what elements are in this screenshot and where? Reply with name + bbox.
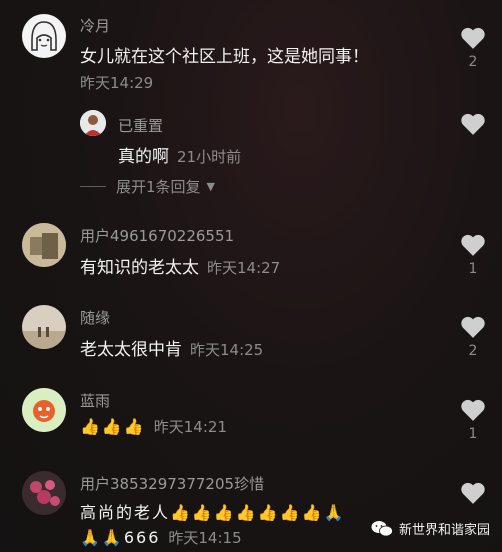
comment-text-content: 老太太很中肯 xyxy=(80,340,182,360)
person-photo-icon xyxy=(80,110,106,136)
comment-item: 蓝雨 👍👍👍 昨天14:21 1 xyxy=(0,380,502,460)
wechat-icon xyxy=(371,520,393,536)
comment-text: 高尚的老人👍👍👍👍👍👍👍🙏 xyxy=(80,503,346,522)
avatar-cartoon-icon xyxy=(23,15,65,57)
comment-username[interactable]: 随缘 xyxy=(80,307,110,328)
comment-time: 昨天14:27 xyxy=(207,259,281,277)
like-button[interactable]: 2 xyxy=(458,26,488,70)
heart-icon xyxy=(461,113,485,135)
avatar[interactable] xyxy=(22,305,66,349)
comment-item: 用户4961670226551 有知识的老太太 昨天14:27 1 xyxy=(0,215,502,295)
comment-item: 随缘 老太太很中肯 昨天14:25 2 xyxy=(0,297,502,377)
watermark-text: 新世界和谐家园 xyxy=(398,523,490,538)
flowers-photo-icon xyxy=(22,471,66,515)
comment-username[interactable]: 用户4961670226551 xyxy=(80,225,234,246)
heart-icon xyxy=(461,27,485,49)
comment-text-content: 🙏🙏666 xyxy=(80,528,161,547)
reply-text: 真的啊 21小时前 xyxy=(118,142,241,167)
like-button[interactable]: 1 xyxy=(458,398,488,442)
reply-avatar[interactable] xyxy=(80,110,106,136)
photo-thumbnail-icon xyxy=(22,223,66,267)
comment-text-content: 👍👍👍 xyxy=(80,417,146,436)
reply-like-button[interactable] xyxy=(458,112,488,136)
comment-text: 👍👍👍 昨天14:21 xyxy=(80,416,227,437)
comment-username[interactable]: 用户3853297377205珍惜 xyxy=(80,473,264,494)
comment-text-line2: 🙏🙏666 昨天14:15 xyxy=(80,527,242,548)
comment-time: 昨天14:21 xyxy=(153,418,227,436)
reply-username[interactable]: 已重置 xyxy=(118,115,163,136)
comment-username[interactable]: 蓝雨 xyxy=(80,390,110,411)
expand-label: 展开1条回复 xyxy=(116,178,201,196)
heart-icon xyxy=(461,234,485,256)
cartoon-avatar-icon xyxy=(22,388,66,432)
comment-time: 昨天14:29 xyxy=(80,74,154,92)
avatar[interactable] xyxy=(22,14,66,58)
like-count: 2 xyxy=(468,54,478,70)
reply-time: 21小时前 xyxy=(177,148,242,166)
like-count: 1 xyxy=(468,426,478,442)
comment-item: 冷月 女儿就在这个社区上班，这是她同事！ 昨天14:29 已重置 真的啊 21小时… xyxy=(0,0,502,200)
expand-replies-button[interactable]: 展开1条回复 ▼ xyxy=(80,176,215,197)
caret-down-icon: ▼ xyxy=(206,180,216,193)
like-button[interactable]: 2 xyxy=(458,315,488,359)
heart-icon xyxy=(461,482,485,504)
comment-text-content: 有知识的老太太 xyxy=(80,258,199,278)
landscape-photo-icon xyxy=(22,305,66,349)
like-count: 2 xyxy=(468,343,478,359)
comment-text: 老太太很中肯 昨天14:25 xyxy=(80,335,263,360)
watermark: 新世界和谐家园 xyxy=(371,519,490,538)
heart-icon xyxy=(461,399,485,421)
comment-text: 女儿就在这个社区上班，这是她同事！ xyxy=(80,47,369,67)
avatar[interactable] xyxy=(22,388,66,432)
avatar[interactable] xyxy=(22,223,66,267)
comment-item: 用户3853297377205珍惜 高尚的老人👍👍👍👍👍👍👍🙏 🙏🙏666 昨天1… xyxy=(0,463,502,552)
heart-icon xyxy=(461,316,485,338)
comment-time: 昨天14:25 xyxy=(190,341,264,359)
like-count: 1 xyxy=(468,261,478,277)
comment-username[interactable]: 冷月 xyxy=(80,15,110,36)
comment-text: 有知识的老太太 昨天14:27 xyxy=(80,253,280,278)
reply-text-content: 真的啊 xyxy=(118,147,169,167)
like-button[interactable] xyxy=(458,481,488,505)
divider-line xyxy=(80,186,106,187)
avatar[interactable] xyxy=(22,471,66,515)
comment-time: 昨天14:15 xyxy=(168,529,242,547)
like-button[interactable]: 1 xyxy=(458,233,488,277)
